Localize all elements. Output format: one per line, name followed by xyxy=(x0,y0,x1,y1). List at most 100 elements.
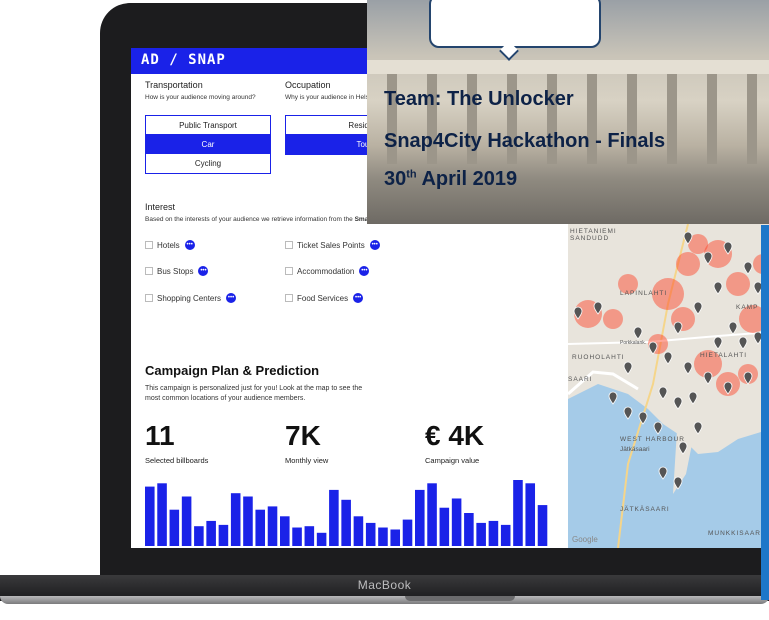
occupation-title: Occupation xyxy=(285,80,331,90)
date-rest: April 2019 xyxy=(421,168,518,190)
heat-blob xyxy=(726,272,750,296)
prediction-bar xyxy=(464,513,474,546)
interest-label: Hotels xyxy=(157,240,180,250)
heat-blob xyxy=(676,252,700,276)
map-pin-icon[interactable] xyxy=(713,281,723,295)
prediction-bar xyxy=(365,522,376,546)
prediction-bar xyxy=(316,532,327,546)
heat-blob xyxy=(603,309,623,329)
date-suffix: th xyxy=(406,168,417,181)
option-public-transport[interactable]: Public Transport xyxy=(146,116,270,135)
interest-item-food-services[interactable]: Food Services ••• xyxy=(285,293,364,303)
prediction-bar xyxy=(500,524,511,546)
prediction-bar xyxy=(513,480,523,546)
campaign-description: This campaign is personalized just for y… xyxy=(145,385,363,402)
option-car[interactable]: Car xyxy=(146,135,270,154)
transportation-title: Transportation xyxy=(145,80,203,90)
prediction-bar xyxy=(427,483,437,546)
interest-label: Bus Stops xyxy=(157,266,194,276)
interest-item-ticket-sales-points[interactable]: Ticket Sales Points ••• xyxy=(285,240,380,250)
interest-title: Interest xyxy=(145,202,176,212)
map-pin-icon[interactable] xyxy=(633,326,643,340)
prediction-bar xyxy=(206,520,216,546)
sea-area xyxy=(568,384,769,548)
more-dots-icon[interactable]: ••• xyxy=(369,240,380,250)
prediction-bar xyxy=(169,509,180,546)
photo-composition: AD / SNAP Transportation How is your aud… xyxy=(0,0,769,620)
occupation-subtitle: Why is your audience in Hels xyxy=(285,94,369,101)
map-pin-icon[interactable] xyxy=(688,391,698,405)
prediction-bar xyxy=(390,529,401,546)
map-pin-icon[interactable] xyxy=(743,261,753,275)
stat-campaign-label: Campaign value xyxy=(425,456,480,465)
prediction-bar-chart xyxy=(145,480,548,546)
date-day: 30 xyxy=(384,168,407,190)
audience-map[interactable]: HIETANIEMI SANDUDD LAPINLAHTI RUOHOLAHTI… xyxy=(568,224,769,548)
more-dots-icon[interactable]: ••• xyxy=(226,293,237,303)
interest-item-bus-stops[interactable]: Bus Stops ••• xyxy=(145,266,209,276)
prediction-bar xyxy=(537,505,548,546)
map-label-saari: SAARI xyxy=(568,376,593,383)
more-dots-icon[interactable]: ••• xyxy=(198,266,209,276)
map-label-lapinlahti: LAPINLAHTI xyxy=(620,290,668,297)
interest-subtitle: Based on the interests of your audience … xyxy=(145,216,368,223)
checkbox[interactable] xyxy=(145,267,153,275)
prediction-bar xyxy=(488,520,499,546)
prediction-bar xyxy=(194,526,204,546)
prediction-bar xyxy=(402,519,413,546)
interest-label: Food Services xyxy=(297,293,349,303)
prediction-bar xyxy=(145,486,155,546)
prediction-bar xyxy=(181,496,192,546)
prediction-bar xyxy=(218,524,229,546)
checkbox[interactable] xyxy=(145,294,153,302)
interest-item-hotels[interactable]: Hotels ••• xyxy=(145,240,195,250)
app-logo[interactable]: AD / SNAP xyxy=(141,52,226,68)
prediction-bar xyxy=(292,527,302,546)
stat-monthly-view-label: Monthly view xyxy=(285,456,329,465)
map-pin-icon[interactable] xyxy=(623,361,633,375)
campaign-title: Campaign Plan & Prediction xyxy=(145,363,320,378)
laptop-notch xyxy=(405,596,515,601)
prediction-bar xyxy=(230,493,241,546)
map-pin-icon[interactable] xyxy=(703,371,713,385)
side-strip xyxy=(761,225,769,600)
map-label-jatkasaari: JÄTKÄSAARI xyxy=(620,506,670,513)
speech-bubble xyxy=(429,0,601,48)
map-pin-icon[interactable] xyxy=(663,351,673,365)
map-pin-icon[interactable] xyxy=(673,396,683,410)
map-label-jatkasaari-small: Jätkäsaari xyxy=(620,446,650,453)
map-pin-icon[interactable] xyxy=(728,321,738,335)
more-dots-icon[interactable]: ••• xyxy=(353,293,364,303)
prediction-bar xyxy=(415,489,425,546)
interest-label: Ticket Sales Points xyxy=(297,240,365,250)
map-pin-icon[interactable] xyxy=(673,321,683,335)
transportation-options: Public Transport Car Cycling xyxy=(145,115,271,174)
option-cycling[interactable]: Cycling xyxy=(146,154,270,173)
map-label-west-harbour: WEST HARBOUR xyxy=(620,436,685,443)
checkbox[interactable] xyxy=(145,241,153,249)
map-label-kamp: KAMP xyxy=(736,304,759,311)
more-dots-icon[interactable]: ••• xyxy=(184,240,195,250)
map-pin-icon[interactable] xyxy=(658,386,668,400)
interest-subtitle-text: Based on the interests of your audience … xyxy=(145,216,355,223)
map-pin-icon[interactable] xyxy=(738,336,748,350)
more-dots-icon[interactable]: ••• xyxy=(359,266,370,276)
checkbox[interactable] xyxy=(285,294,293,302)
map-pin-icon[interactable] xyxy=(713,336,723,350)
map-label-hietalahti: HIETALAHTI xyxy=(700,352,748,359)
laptop-lip xyxy=(0,596,769,604)
checkbox[interactable] xyxy=(285,267,293,275)
checkbox[interactable] xyxy=(285,241,293,249)
map-pin-icon[interactable] xyxy=(683,361,693,375)
interest-item-shopping-centers[interactable]: Shopping Centers ••• xyxy=(145,293,237,303)
event-date: 30th April 2019 xyxy=(384,168,517,191)
transportation-subtitle: How is your audience moving around? xyxy=(145,94,256,101)
prediction-bar xyxy=(525,483,536,546)
stat-monthly-view-value: 7K xyxy=(285,420,321,451)
map-pin-icon[interactable] xyxy=(693,301,703,315)
map-canvas xyxy=(568,224,769,548)
event-name: Snap4City Hackathon - Finals xyxy=(384,130,666,152)
map-pin-icon[interactable] xyxy=(693,421,703,435)
interest-item-accommodation[interactable]: Accommodation ••• xyxy=(285,266,370,276)
team-name: Team: The Unlocker xyxy=(384,88,574,110)
